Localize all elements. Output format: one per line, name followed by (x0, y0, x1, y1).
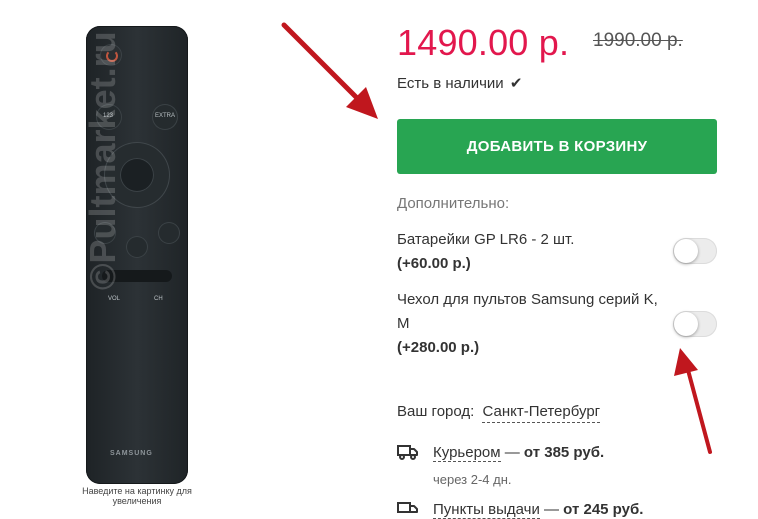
add-to-cart-button[interactable]: ДОБАВИТЬ В КОРЗИНУ (397, 119, 717, 174)
case-toggle[interactable] (673, 311, 717, 337)
city-label: Ваш город: (397, 403, 475, 420)
option-name: Батарейки GP LR6 - 2 шт. (397, 231, 575, 248)
extra-option-case: Чехол для пультов Samsung серий K, M (+2… (397, 288, 672, 360)
image-caption: Наведите на картинку для увеличения (82, 486, 192, 506)
courier-price: от 385 руб. (523, 444, 605, 461)
courier-dash: — (500, 444, 524, 461)
extras-title: Дополнительно: (397, 195, 510, 212)
toggle-knob (674, 239, 698, 263)
brand-logo: SAMSUNG (110, 450, 153, 457)
stock-text: Есть в наличии (397, 75, 504, 92)
courier-link[interactable]: Курьером (433, 444, 501, 462)
product-image[interactable]: 123 EXTRA VOL CH SAMSUNG ©Pultmarket.ru … (0, 0, 260, 511)
play-pause-button-icon (158, 222, 180, 244)
courier-delivery: Курьером — от 385 руб. (433, 444, 605, 462)
option-price: (+60.00 р.) (397, 255, 471, 272)
courier-time: через 2-4 дн. (433, 472, 512, 487)
old-price: 1990.00 р. (593, 30, 683, 51)
ch-label: CH (154, 296, 163, 302)
toggle-knob (674, 312, 698, 336)
home-button-icon (126, 236, 148, 258)
annotation-arrow-icon (281, 22, 378, 119)
watermark: ©Pultmarket.ru (82, 31, 123, 290)
product-price: 1490.00 р. (397, 22, 570, 63)
option-name: Чехол для пультов Samsung серий K, M (397, 291, 658, 332)
annotation-arrow-icon (674, 348, 712, 454)
check-icon: ✔ (509, 75, 523, 92)
extra-label: EXTRA (155, 113, 176, 119)
vol-label: VOL (108, 296, 121, 302)
city-row: Ваш город: Санкт-Петербург (397, 403, 601, 423)
truck-icon (397, 502, 418, 513)
truck-icon (397, 445, 418, 460)
pickup-delivery: Пункты выдачи — от 245 руб. (433, 501, 644, 519)
extra-option-batteries: Батарейки GP LR6 - 2 шт. (+60.00 р.) (397, 228, 672, 276)
pickup-dash: — (539, 501, 564, 518)
stock-status: Есть в наличии ✔ (397, 74, 522, 92)
pickup-link[interactable]: Пункты выдачи (433, 501, 540, 519)
city-selector[interactable]: Санкт-Петербург (482, 403, 601, 423)
pickup-price: от 245 руб. (563, 501, 644, 518)
batteries-toggle[interactable] (673, 238, 717, 264)
option-price: (+280.00 р.) (397, 339, 480, 356)
